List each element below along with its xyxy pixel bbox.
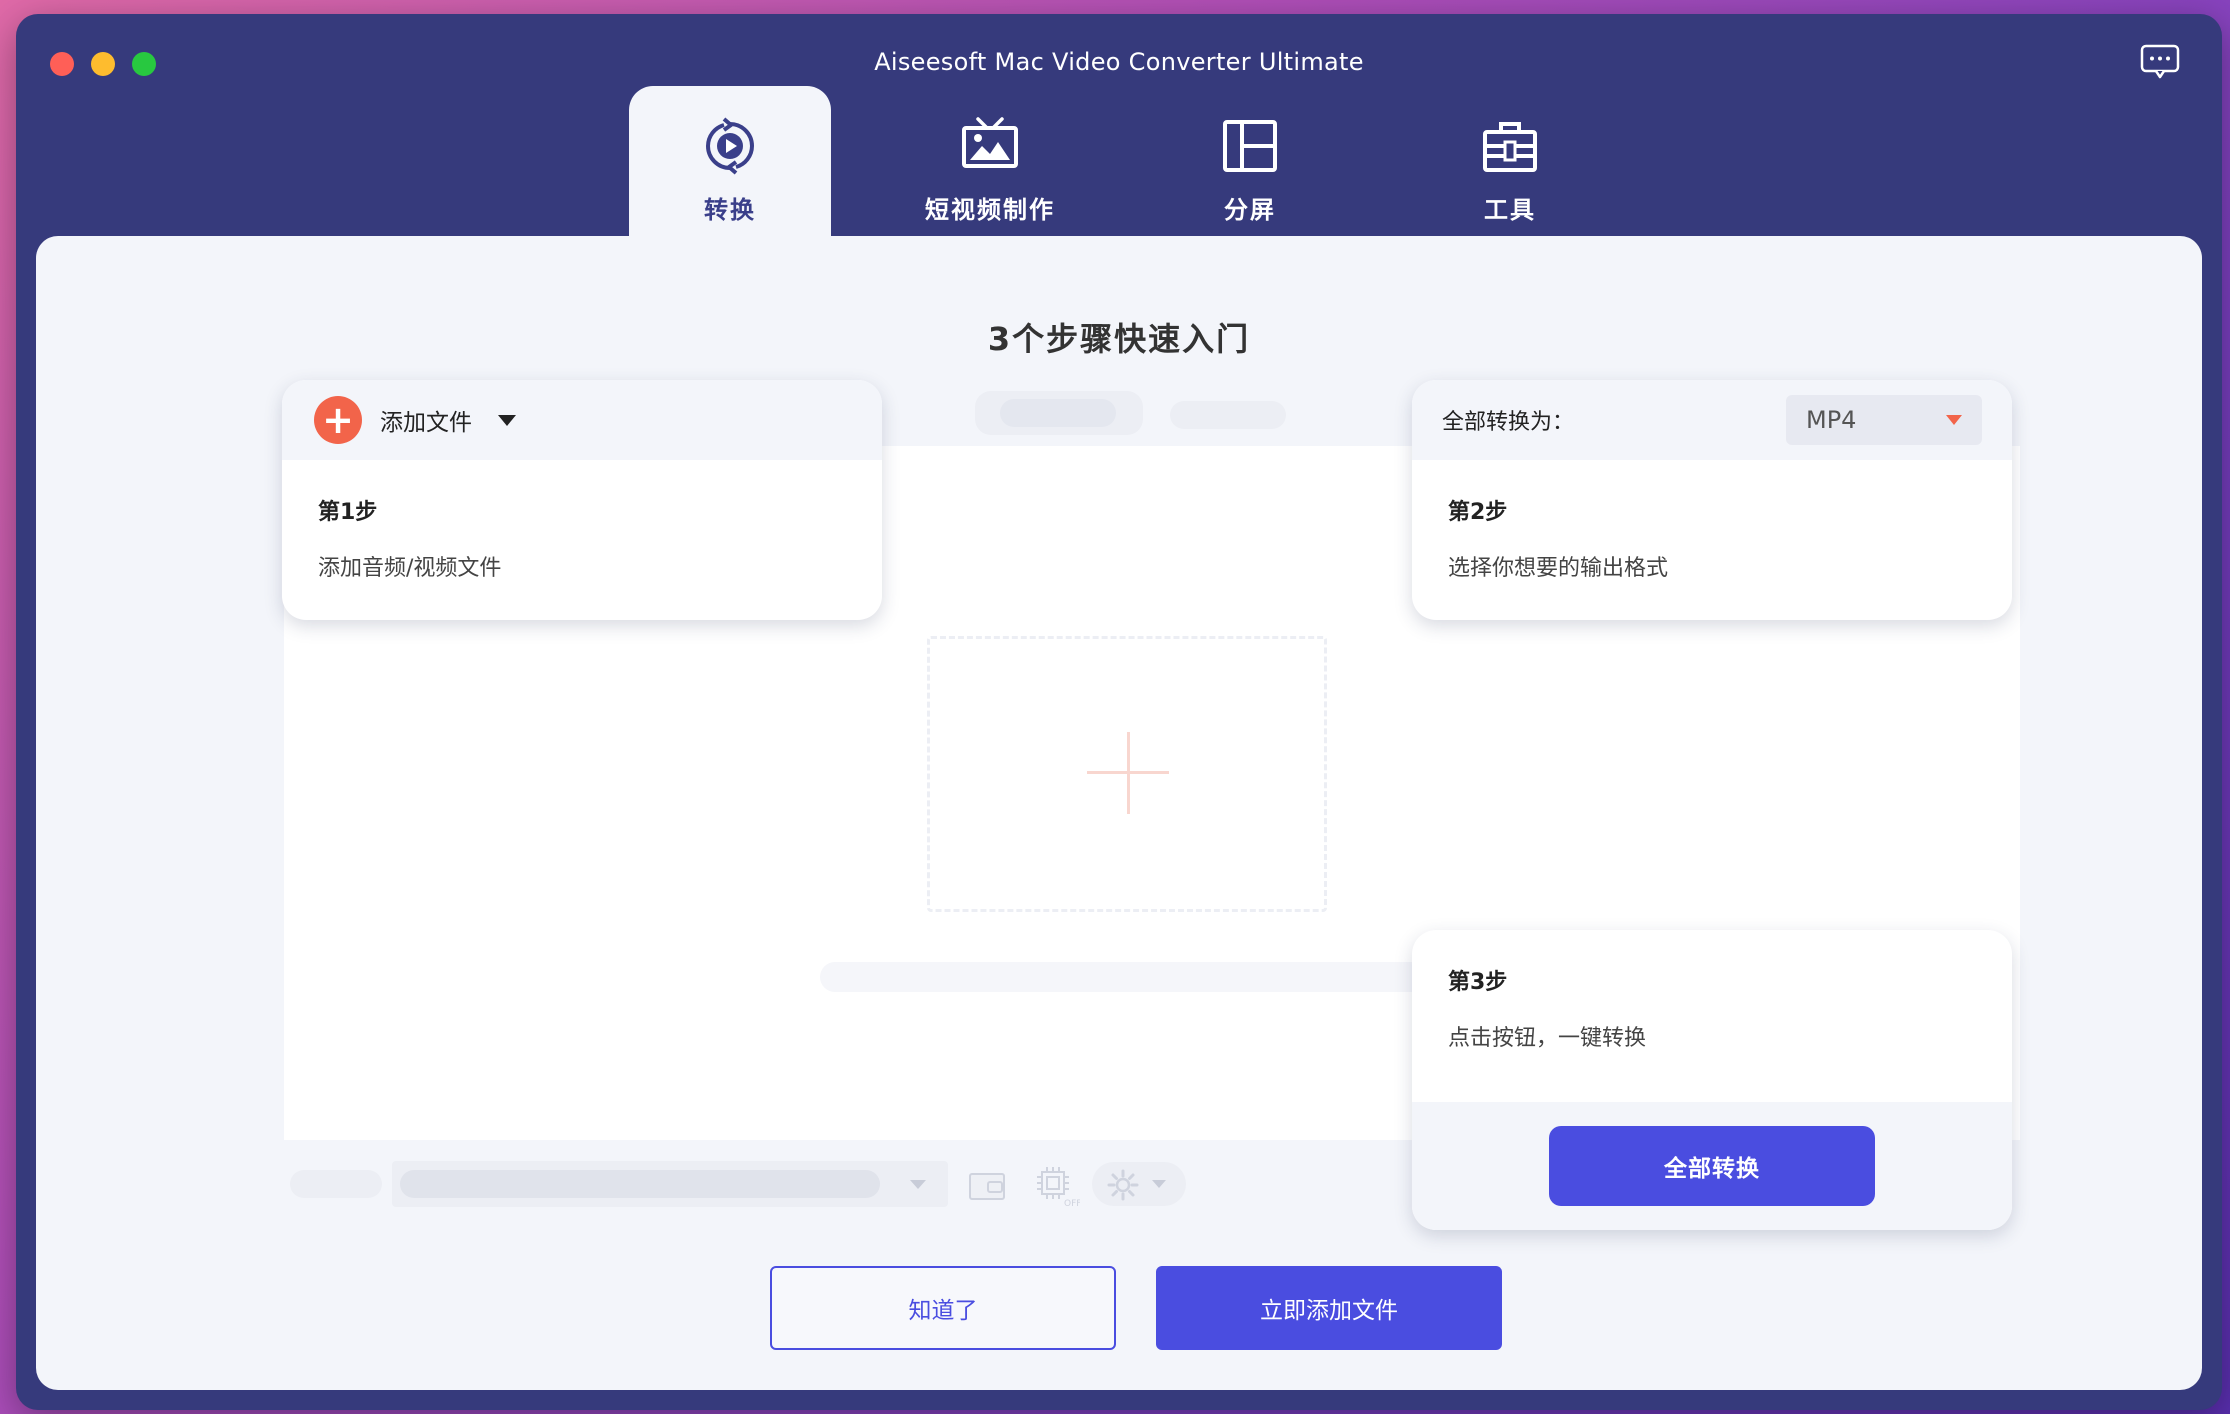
ghost-tab-pill	[1170, 401, 1286, 429]
convert-all-to-label: 全部转换为：	[1442, 410, 1575, 435]
toolbox-icon	[1483, 122, 1537, 172]
ghost-path-field	[400, 1170, 880, 1198]
step3-card: 第3步 点击按钮，一键转换 全部转换	[1412, 930, 2012, 1230]
step-title: 第2步	[1448, 500, 1508, 525]
chevron-down-icon	[910, 1180, 926, 1189]
folder-icon	[969, 1173, 1005, 1200]
ghost-save-label	[290, 1170, 382, 1198]
tab-label: 分屏	[1224, 196, 1276, 224]
svg-text:OFF: OFF	[1064, 1199, 1080, 1208]
output-format-value: MP4	[1806, 406, 1857, 434]
output-format-select[interactable]: MP4	[1786, 395, 1982, 445]
add-file-bar[interactable]: + 添加文件	[282, 380, 882, 460]
tab-convert[interactable]: 转换	[629, 86, 831, 236]
step-description: 点击按钮，一键转换	[1448, 1026, 1647, 1051]
main-tabs: 转换 短视频制作 分屏 工具	[629, 86, 1669, 236]
ghost-progress-bar	[820, 962, 1440, 992]
chevron-down-icon	[1946, 415, 1962, 425]
tab-label: 工具	[1484, 196, 1536, 224]
ghost-tab-pill	[1000, 399, 1116, 427]
split-screen-icon	[1223, 120, 1277, 172]
add-plus-icon	[1127, 732, 1130, 814]
step-description: 选择你想要的输出格式	[1448, 556, 1669, 581]
tab-label: 转换	[704, 196, 756, 224]
quick-start-panel: 3个步骤快速入门 OFF + 添加文件 第1步 添加音频/视频文件 全部转换为：…	[36, 236, 2202, 1390]
step-description: 添加音频/视频文件	[318, 556, 502, 581]
step2-card: 全部转换为： MP4 第2步 选择你想要的输出格式	[1412, 380, 2012, 620]
gear-icon	[1107, 1169, 1139, 1201]
app-window: Aiseesoft Mac Video Converter Ultimate 转…	[16, 14, 2222, 1410]
tab-collage[interactable]: 分屏	[1149, 86, 1351, 236]
chat-bubble-icon	[2140, 44, 2180, 79]
chevron-down-icon	[1152, 1180, 1166, 1188]
window-title: Aiseesoft Mac Video Converter Ultimate	[874, 48, 1364, 76]
got-it-button[interactable]: 知道了	[770, 1266, 1116, 1350]
tv-image-icon	[962, 117, 1018, 168]
step-title: 第3步	[1448, 970, 1508, 995]
tab-label: 短视频制作	[925, 196, 1055, 224]
chevron-down-icon[interactable]	[498, 414, 516, 426]
page-title: 3个步骤快速入门	[987, 320, 1251, 358]
feedback-chat-button[interactable]	[2140, 44, 2180, 80]
drop-zone[interactable]	[927, 636, 1327, 912]
convert-all-to-bar: 全部转换为： MP4	[1412, 380, 2012, 460]
convert-all-button[interactable]: 全部转换	[1549, 1126, 1875, 1206]
step1-card: + 添加文件 第1步 添加音频/视频文件	[282, 380, 882, 620]
add-file-now-button[interactable]: 立即添加文件	[1156, 1266, 1502, 1350]
convert-icon	[706, 117, 754, 175]
tab-toolbox[interactable]: 工具	[1409, 86, 1611, 236]
add-file-icon[interactable]: +	[314, 396, 362, 444]
tab-mv[interactable]: 短视频制作	[889, 86, 1091, 236]
hardware-acceleration-icon: OFF	[1037, 1167, 1080, 1208]
add-file-label[interactable]: 添加文件	[380, 403, 472, 437]
step-title: 第1步	[318, 500, 378, 525]
